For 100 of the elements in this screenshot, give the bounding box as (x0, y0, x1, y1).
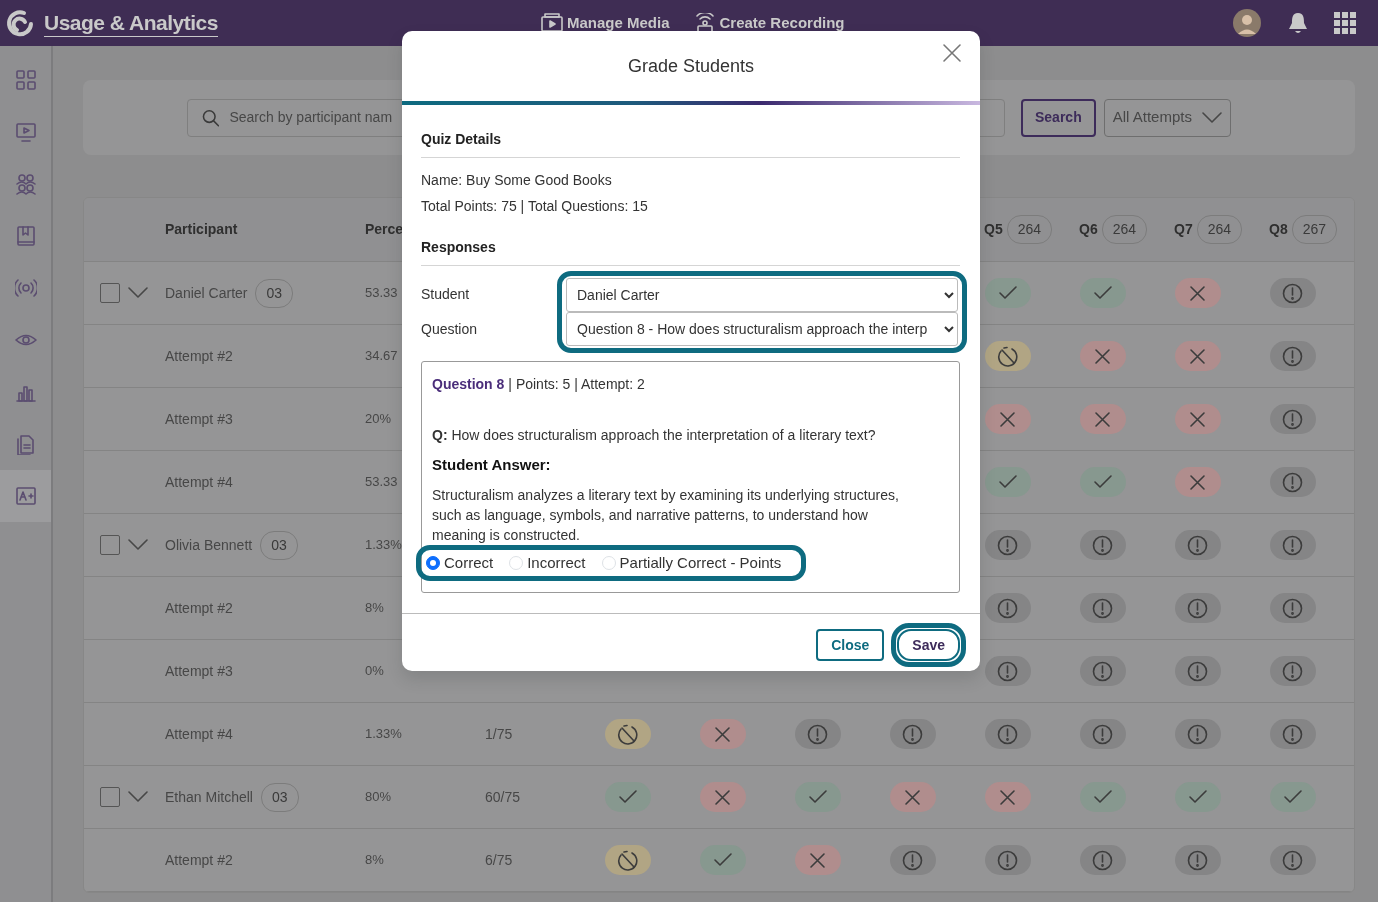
answer-status[interactable] (1174, 656, 1221, 686)
answer-status[interactable] (1269, 404, 1316, 434)
answer-status[interactable] (604, 782, 651, 812)
answer-status[interactable] (604, 719, 651, 749)
answer-status[interactable] (699, 782, 746, 812)
answer-status[interactable] (794, 719, 841, 749)
answer-status[interactable] (1174, 719, 1221, 749)
answer-status[interactable] (699, 719, 746, 749)
radio-button[interactable] (426, 555, 440, 570)
answer-status[interactable] (889, 845, 936, 875)
answer-status[interactable] (1079, 656, 1126, 686)
answer-status[interactable] (1174, 404, 1221, 434)
answer-status[interactable] (984, 719, 1031, 749)
search-button[interactable]: Search (1021, 98, 1096, 137)
exclamation-icon (1282, 408, 1303, 430)
answer-status[interactable] (1269, 656, 1316, 686)
answer-status[interactable] (1079, 845, 1126, 875)
nav-link[interactable]: Create Recording (693, 11, 845, 35)
percentage-cell-text: 8% (365, 599, 384, 618)
answer-status[interactable] (984, 467, 1031, 497)
close-button[interactable] (942, 42, 962, 64)
question-select[interactable]: Question 8 - How does structuralism approach the interp (566, 312, 958, 346)
answer-status[interactable] (1174, 530, 1221, 560)
answer-status[interactable] (794, 845, 841, 875)
exclamation-icon (997, 660, 1018, 682)
count-badge: 264 (1006, 215, 1053, 244)
close-icon (942, 43, 962, 64)
percentage-cell-text: 1.33% (365, 536, 402, 555)
answer-status[interactable] (984, 404, 1031, 434)
answer-status[interactable] (1269, 467, 1316, 497)
answer-status[interactable] (1174, 467, 1221, 497)
column-header: Perce (365, 220, 405, 239)
save-button[interactable]: Save (897, 629, 960, 661)
answer-status[interactable] (1079, 341, 1126, 371)
answer-status[interactable] (1079, 593, 1126, 623)
answer-status[interactable] (1269, 278, 1316, 308)
no-entry-icon (617, 723, 638, 745)
answer-heading: Student Answer: (432, 455, 552, 475)
chevron-down-icon[interactable] (128, 539, 148, 551)
answer-status[interactable] (1079, 404, 1126, 434)
answer-status[interactable] (984, 845, 1031, 875)
answer-status[interactable] (1174, 593, 1221, 623)
question-link[interactable]: Question 8 (432, 374, 505, 395)
student-select[interactable]: Daniel Carter (566, 278, 958, 312)
bell-icon[interactable] (1286, 11, 1310, 35)
row-checkbox[interactable] (100, 787, 120, 807)
row-checkbox[interactable] (100, 283, 120, 303)
exclamation-icon (1187, 597, 1208, 619)
answer-status[interactable] (1174, 341, 1221, 371)
exclamation-icon (807, 723, 828, 745)
broadcast-icon (14, 277, 37, 299)
answer-status[interactable] (794, 782, 841, 812)
logo-icon (4, 8, 36, 38)
attempt-label: Attempt #4 (165, 472, 233, 492)
row-checkbox[interactable] (100, 535, 120, 555)
answer-status[interactable] (1269, 719, 1316, 749)
answer-status[interactable] (1079, 467, 1126, 497)
option-label: Incorrect (527, 552, 586, 573)
answer-status[interactable] (1174, 278, 1221, 308)
chevron-down-icon[interactable] (128, 791, 148, 803)
answer-status[interactable] (1269, 782, 1316, 812)
answer-status[interactable] (984, 593, 1031, 623)
grid-icon (14, 69, 37, 91)
exclamation-icon (1282, 534, 1303, 556)
answer-status[interactable] (1079, 530, 1126, 560)
answer-status[interactable] (1079, 278, 1126, 308)
answer-status[interactable] (984, 782, 1031, 812)
nav-link[interactable]: Manage Media (540, 11, 670, 35)
answer-status[interactable] (984, 341, 1031, 371)
answer-status[interactable] (889, 782, 936, 812)
film-icon (540, 12, 563, 34)
answer-status[interactable] (984, 656, 1031, 686)
answer-status[interactable] (1269, 530, 1316, 560)
attempt-label: Attempt #2 (165, 850, 233, 870)
answer-status[interactable] (1269, 593, 1316, 623)
answer-status[interactable] (1269, 341, 1316, 371)
answer-status[interactable] (1174, 845, 1221, 875)
exclamation-icon (1282, 345, 1303, 367)
search-input[interactable]: Search by participant nam (227, 106, 990, 129)
answer-status[interactable] (889, 719, 936, 749)
answer-status[interactable] (984, 530, 1031, 560)
answer-status[interactable] (699, 845, 746, 875)
close-button[interactable]: Close (816, 629, 885, 661)
percentage-cell-text: 20% (365, 410, 392, 429)
answer-status[interactable] (604, 845, 651, 875)
apps-icon[interactable] (1334, 12, 1356, 34)
answer-status[interactable] (1269, 845, 1316, 875)
exclamation-icon (1282, 471, 1303, 493)
no-entry-icon (997, 345, 1018, 367)
answer-status[interactable] (1174, 782, 1221, 812)
no-entry-icon (617, 849, 638, 871)
question-text: Q: How does structuralism approach the interpretation of a literary text? (432, 426, 877, 445)
chevron-down-icon[interactable] (128, 287, 148, 299)
avatar[interactable] (1232, 8, 1262, 38)
page-title: Usage & Analytics (44, 9, 218, 37)
exclamation-icon (997, 723, 1018, 745)
answer-status[interactable] (984, 278, 1031, 308)
answer-status[interactable] (1079, 719, 1126, 749)
sidebar-item[interactable] (0, 470, 51, 522)
answer-status[interactable] (1079, 782, 1126, 812)
